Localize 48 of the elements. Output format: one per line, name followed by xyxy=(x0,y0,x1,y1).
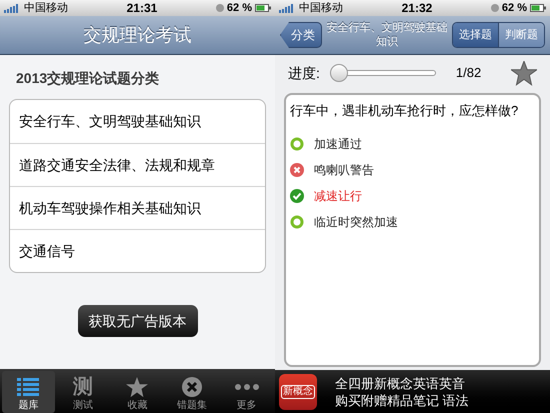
segment-tab[interactable]: 选择题 xyxy=(453,23,498,47)
answer-option[interactable]: 鸣喇叭警告 xyxy=(314,160,374,178)
cross-circle-icon xyxy=(182,377,202,397)
section-title: 2013交规理论试题分类 xyxy=(16,69,160,88)
carrier-name: 中国移动 xyxy=(24,0,68,16)
star-icon xyxy=(126,376,148,398)
battery-icon xyxy=(255,4,271,12)
tab-item[interactable]: 错题集 xyxy=(166,371,218,413)
option-circle-icon xyxy=(290,136,304,150)
ad-text: 全四册新概念英语英音 xyxy=(335,374,466,392)
battery-percent: 62 % xyxy=(502,0,527,16)
star-icon[interactable] xyxy=(511,60,537,86)
app-icon-text: 新概念 xyxy=(281,384,315,398)
battery-icon xyxy=(530,4,546,12)
tab-item[interactable]: 收藏 xyxy=(111,371,164,413)
category-item[interactable]: 道路交通安全法律、法规和规章 xyxy=(10,143,265,186)
check-icon xyxy=(290,188,304,202)
ad-banner[interactable]: 新概念 全四册新概念英语英音 购买附赠精品笔记 语法 xyxy=(275,370,550,413)
lock-rotation-icon xyxy=(216,4,224,12)
more-dots-icon xyxy=(234,384,259,390)
lock-rotation-icon xyxy=(490,4,499,12)
carrier-name: 中国移动 xyxy=(299,0,343,16)
cross-icon xyxy=(290,162,304,176)
tab-glyph: 测 xyxy=(72,377,93,397)
progress-slider[interactable] xyxy=(330,64,436,82)
nav-title: 安全行车、文明驾驶基础知识 xyxy=(326,21,448,49)
category-item[interactable]: 机动车驾驶操作相关基础知识 xyxy=(10,186,265,229)
progress-label: 进度: xyxy=(288,64,320,82)
category-item[interactable]: 交通信号 xyxy=(10,229,265,272)
tab-item[interactable]: 测 测试 xyxy=(56,371,110,413)
status-time: 21:32 xyxy=(402,0,432,17)
get-ad-free-button[interactable]: 获取无广告版本 xyxy=(78,305,198,337)
option-circle-icon xyxy=(290,214,304,228)
tab-item[interactable]: 更多 xyxy=(220,371,273,413)
question-text: 行车中，遇非机动车抢行时，应怎样做? xyxy=(290,102,520,120)
list-icon xyxy=(17,377,40,397)
category-item[interactable]: 安全行车、文明驾驶基础知识 xyxy=(10,100,265,143)
answer-option[interactable]: 加速通过 xyxy=(314,134,362,152)
answer-option[interactable]: 临近时突然加速 xyxy=(314,212,398,230)
ad-text: 购买附赠精品笔记 语法 xyxy=(335,392,469,408)
back-button[interactable]: 分类 xyxy=(280,22,322,48)
slider-thumb[interactable] xyxy=(330,64,348,82)
nav-title: 交规理论考试 xyxy=(84,24,192,46)
tab-item[interactable]: 题库 xyxy=(2,371,55,413)
battery-percent: 62 % xyxy=(226,0,252,16)
answer-option[interactable]: 减速让行 xyxy=(314,186,362,204)
progress-reading: 1/82 xyxy=(456,64,482,82)
status-time: 21:31 xyxy=(126,0,158,17)
